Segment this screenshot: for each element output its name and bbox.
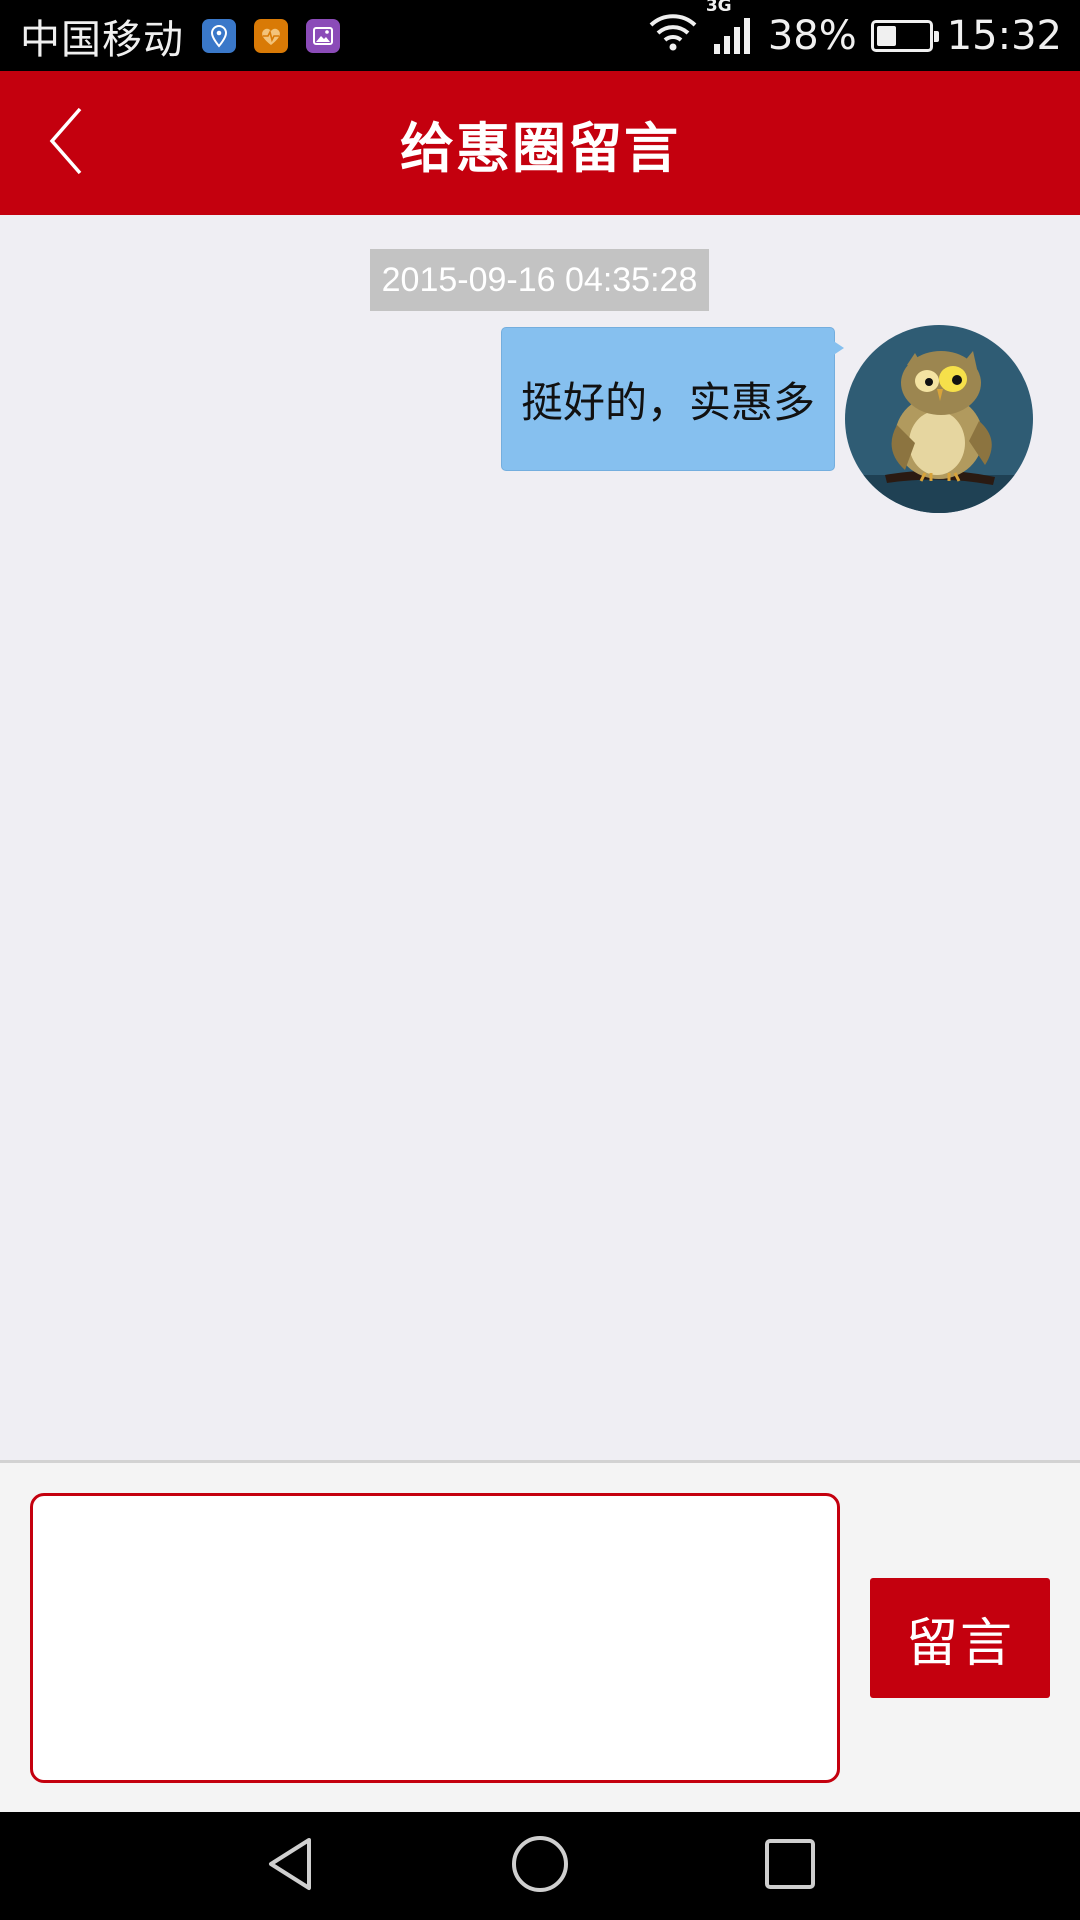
message-timestamp: 2015-09-16 04:35:28 xyxy=(370,249,709,311)
battery-percent: 38% xyxy=(767,12,857,59)
clock: 15:32 xyxy=(946,12,1062,59)
owl-avatar[interactable] xyxy=(845,325,1033,513)
title-bar: 给惠圈留言 xyxy=(0,71,1080,215)
gallery-app-icon xyxy=(306,18,340,53)
status-right: 3G 38% 15:32 xyxy=(648,0,1062,61)
system-nav-bar xyxy=(0,1812,1080,1920)
nav-recent-button[interactable] xyxy=(760,1836,820,1896)
composer-bar: 留言 xyxy=(0,1460,1080,1812)
location-app-icon xyxy=(202,18,236,53)
send-button[interactable]: 留言 xyxy=(870,1578,1050,1698)
nav-back-button[interactable] xyxy=(260,1836,320,1896)
carrier-label: 中国移动 xyxy=(20,16,184,63)
network-type-label: 3G xyxy=(705,0,732,16)
message-bubble[interactable]: 挺好的，实惠多 xyxy=(501,327,844,471)
wifi-icon xyxy=(648,11,698,61)
status-left: 中国移动 xyxy=(20,7,340,65)
circle-home-icon xyxy=(510,1834,570,1898)
status-bar: 中国移动 3G 38% 15:32 xyxy=(0,0,1080,71)
chat-area[interactable]: 2015-09-16 04:35:28 挺好的，实惠多 xyxy=(0,215,1080,1460)
nav-home-button[interactable] xyxy=(510,1836,570,1896)
back-button[interactable] xyxy=(18,95,114,191)
health-app-icon xyxy=(254,18,288,53)
battery-fill xyxy=(876,25,896,46)
battery-icon xyxy=(870,19,939,52)
app-screen: 中国移动 3G 38% 15:32 给惠圈留言 2015-09-16 04:35… xyxy=(0,0,1080,1920)
chevron-left-icon xyxy=(46,105,86,181)
square-recent-icon xyxy=(763,1837,817,1895)
triangle-back-icon xyxy=(265,1836,315,1896)
cell-signal-icon: 3G xyxy=(706,0,754,56)
message-text: 挺好的，实惠多 xyxy=(520,377,815,427)
page-title: 给惠圈留言 xyxy=(400,116,680,180)
message-input[interactable] xyxy=(30,1493,840,1783)
